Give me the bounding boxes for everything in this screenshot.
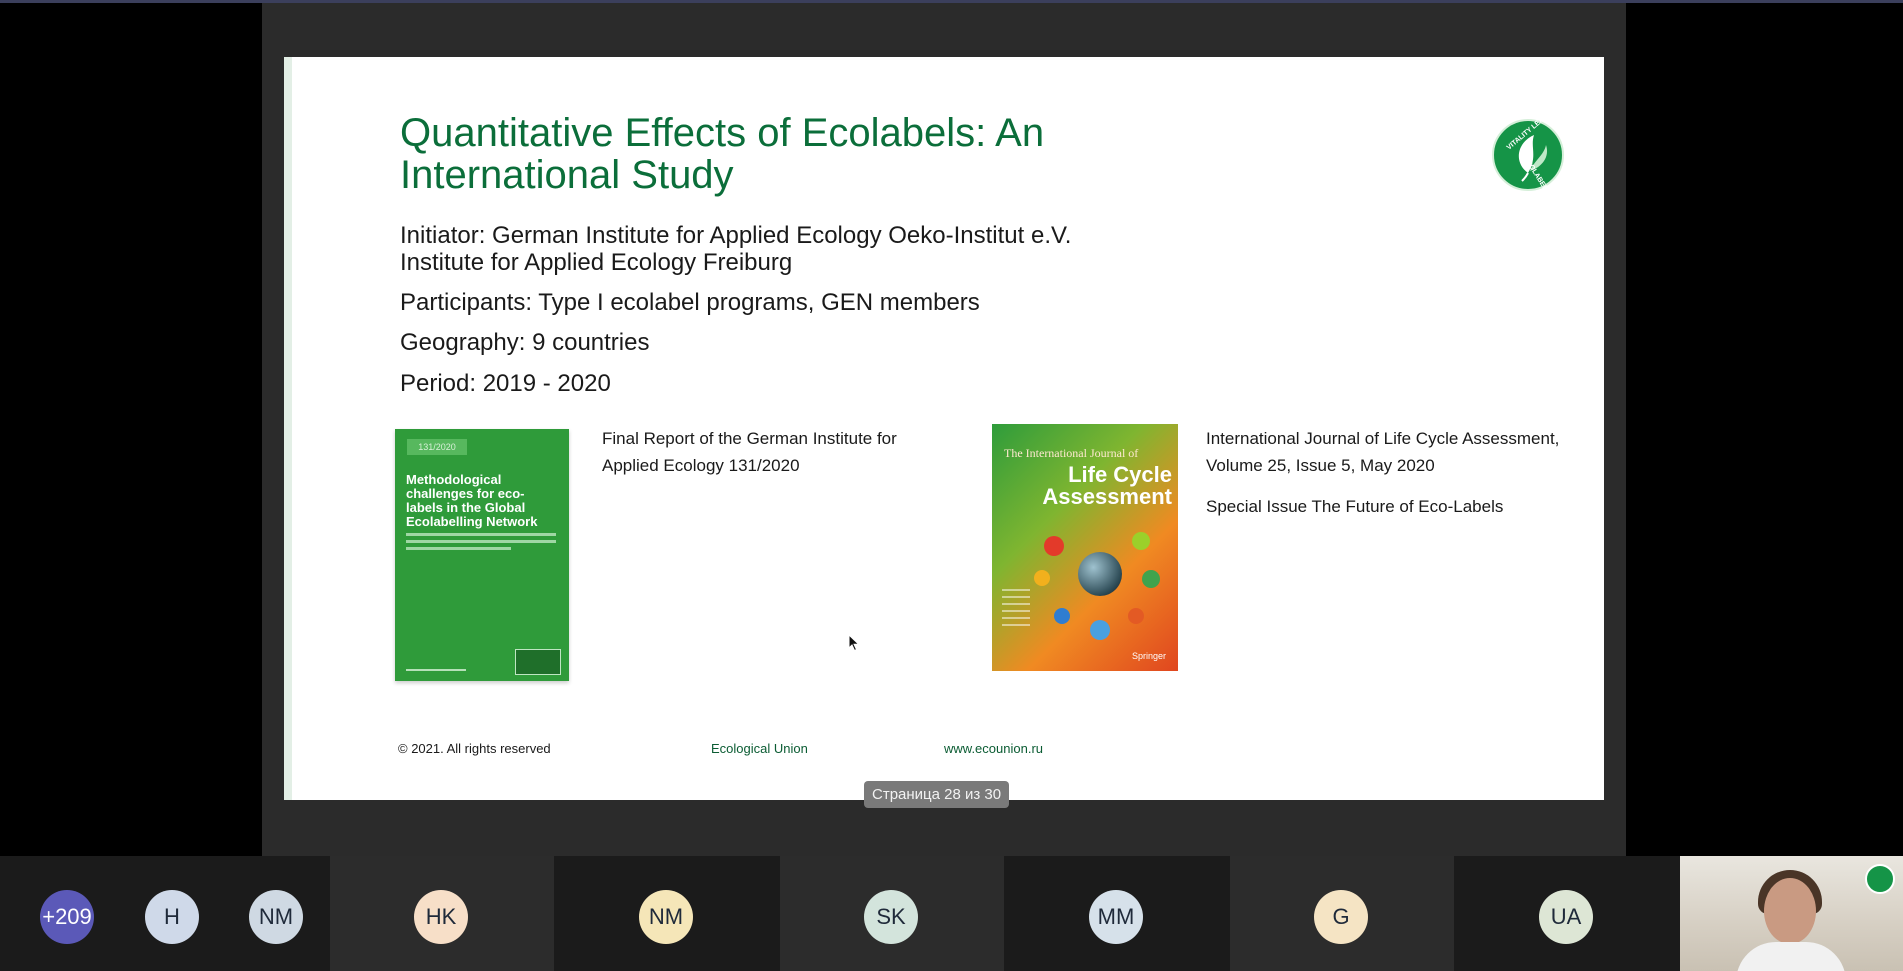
journal-cover-list	[1002, 589, 1030, 631]
participant-avatar[interactable]: SK	[864, 890, 918, 944]
participant-tile[interactable]: +209 H NM	[0, 856, 330, 971]
orb-icon	[1034, 570, 1050, 586]
cover-subtitle-lines	[406, 533, 556, 563]
vitality-leaf-logo-icon: VITALITY LEAF ECOLABELS	[1492, 114, 1564, 196]
journal-cover-image: The International Journal of Life Cycle …	[992, 424, 1178, 671]
speaker-video-tile[interactable]	[1680, 856, 1903, 971]
cover-footer-line	[406, 669, 466, 671]
cover-title: Methodological challenges for eco-labels…	[406, 472, 538, 529]
participant-avatar[interactable]: G	[1314, 890, 1368, 944]
participant-avatar[interactable]: NM	[249, 890, 303, 944]
participant-avatar[interactable]: HK	[414, 890, 468, 944]
orb-icon	[1044, 536, 1064, 556]
orb-icon	[1054, 608, 1070, 624]
page-indicator: Страница 28 из 30	[864, 781, 1010, 808]
orb-icon	[1142, 570, 1160, 588]
speaker-face	[1764, 878, 1816, 944]
participant-tile[interactable]: G	[1230, 856, 1454, 971]
participants-text: Participants: Type I ecolabel programs, …	[400, 289, 980, 316]
initiator-text: Initiator: German Institute for Applied …	[400, 222, 1072, 276]
journal-special-issue: Special Issue The Future of Eco-Labels	[1206, 497, 1504, 516]
journal-publisher-mark: Springer	[1131, 651, 1166, 661]
participant-count-avatar[interactable]: +209	[40, 890, 94, 944]
publisher-logo-icon	[515, 649, 561, 675]
report-cover-image: 131/2020 Methodological challenges for e…	[395, 429, 569, 681]
journal-cover-pretitle: The International Journal of	[1004, 446, 1139, 460]
journal-caption: International Journal of Life Cycle Asse…	[1206, 429, 1560, 475]
participant-avatar[interactable]: NM	[639, 890, 693, 944]
orb-icon	[1128, 608, 1144, 624]
orb-icon	[1132, 532, 1150, 550]
footer-copyright: © 2021. All rights reserved	[398, 741, 551, 756]
participants-bar: +209 H NM HK NM SK MM G UA	[0, 856, 1903, 971]
presentation-slide: Quantitative Effects of Ecolabels: An In…	[284, 57, 1604, 800]
slide-accent-bar	[284, 57, 292, 800]
period-text: Period: 2019 - 2020	[400, 370, 611, 397]
footer-organization: Ecological Union	[711, 741, 808, 756]
orb-icon	[1090, 620, 1110, 640]
speaker-body	[1736, 942, 1846, 971]
participant-avatar[interactable]: UA	[1539, 890, 1593, 944]
participant-avatar[interactable]: MM	[1089, 890, 1143, 944]
participant-tile[interactable]: NM	[556, 856, 778, 971]
footer-website: www.ecounion.ru	[944, 741, 1043, 756]
participant-tile[interactable]: HK	[330, 856, 554, 971]
participant-avatar[interactable]: H	[145, 890, 199, 944]
participant-tile[interactable]: SK	[780, 856, 1004, 971]
mouse-cursor-icon	[848, 633, 860, 657]
cover-number: 131/2020	[407, 439, 467, 455]
vitality-leaf-logo-icon	[1865, 864, 1895, 894]
geography-text: Geography: 9 countries	[400, 329, 650, 356]
slide-title: Quantitative Effects of Ecolabels: An In…	[400, 111, 1045, 197]
globe-icon	[1078, 552, 1122, 596]
participant-tile[interactable]: MM	[1006, 856, 1228, 971]
report-caption: Final Report of the German Institute for…	[602, 429, 897, 475]
participant-tile[interactable]: UA	[1456, 856, 1678, 971]
journal-cover-title: Life Cycle Assessment	[1042, 462, 1172, 509]
